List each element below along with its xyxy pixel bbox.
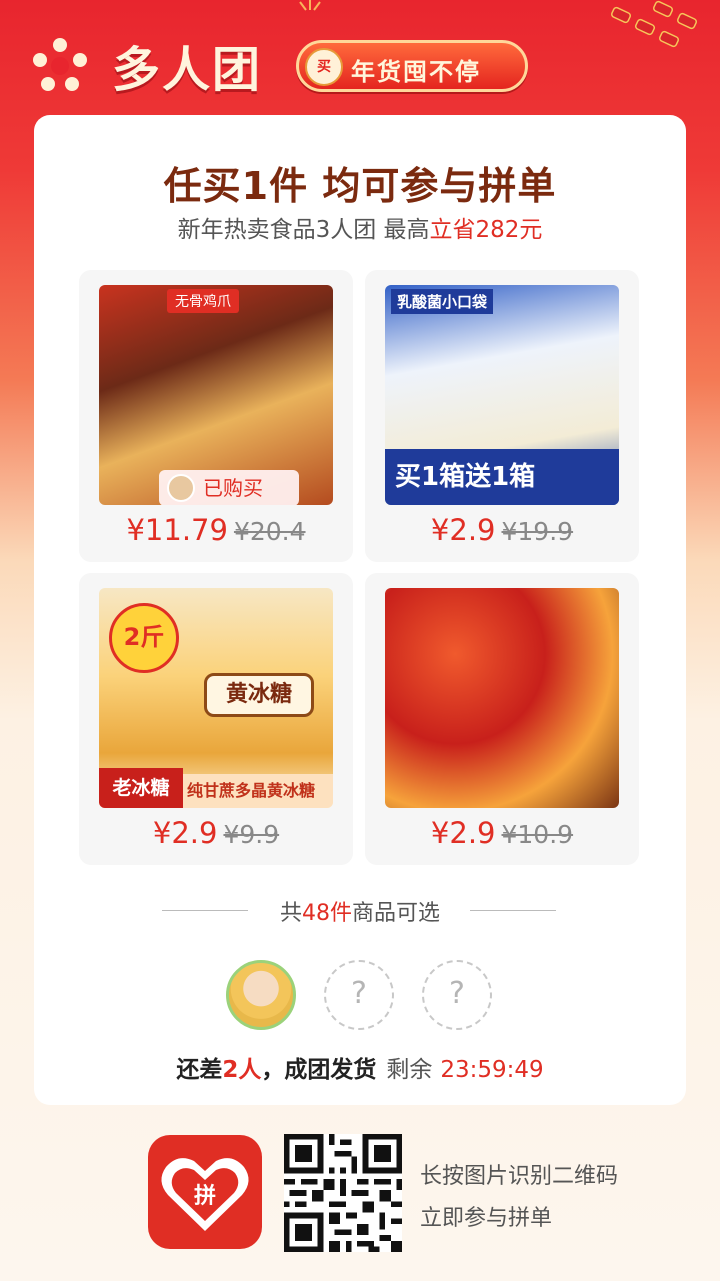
price-row: ¥2.9 ¥10.9 — [365, 816, 639, 850]
header: 多人团 买 年货囤不停 — [0, 0, 720, 115]
status-suffix: ，成团发货 — [261, 1057, 377, 1083]
product-card[interactable]: 2斤 黄冰糖 纯甘蔗多晶黄冰糖 老冰糖 ¥2.9 ¥9.9 — [79, 573, 353, 865]
qr-code[interactable] — [284, 1134, 402, 1252]
price-row: ¥2.9 ¥9.9 — [79, 816, 353, 850]
jar-label: 黄冰糖 — [204, 673, 314, 717]
bought-badge: 已购买 — [159, 470, 299, 505]
group-logo-icon — [33, 38, 87, 91]
image-top-label: 乳酸菌小口袋 — [391, 289, 494, 314]
weight-badge: 2斤 — [109, 603, 179, 673]
image-bottom-left: 老冰糖 — [99, 768, 183, 808]
bought-label: 已购买 — [203, 476, 263, 500]
heart-logo-icon: 拼 — [161, 1158, 249, 1231]
remaining-label: 剩余 — [386, 1057, 433, 1083]
image-banner: 买1箱送1箱 — [385, 449, 619, 505]
savings-highlight: 立省282元 — [429, 217, 543, 243]
promo-text: 年货囤不停 — [351, 58, 481, 86]
product-card[interactable]: 乳酸菌小口袋 买1箱送1箱 ¥2.9 ¥19.9 — [365, 270, 639, 562]
product-image[interactable] — [385, 588, 619, 808]
firecracker-decoration-icon — [610, 0, 698, 48]
scan-line-1: 长按图片识别二维码 — [420, 1164, 619, 1189]
status-text: 还差2人，成团发货 — [176, 1057, 376, 1083]
buy-bag-icon: 买 — [305, 48, 343, 86]
product-price: ¥2.9 — [430, 513, 496, 547]
buyer-avatar — [167, 474, 195, 502]
product-price: ¥2.9 — [430, 816, 496, 850]
empty-slot: ? — [324, 960, 394, 1030]
subline-text: 新年热卖食品3人团 最高 — [177, 217, 430, 243]
empty-slot: ? — [422, 960, 492, 1030]
pinduoduo-app-icon: 拼 — [148, 1135, 262, 1249]
promo-badge: 买 年货囤不停 — [296, 40, 528, 92]
product-price: ¥2.9 — [152, 816, 218, 850]
product-card[interactable]: 无骨鸡爪 已购买 ¥11.79 ¥20.4 — [79, 270, 353, 562]
price-row: ¥11.79 ¥20.4 — [79, 513, 353, 547]
missing-count: 2人 — [222, 1057, 262, 1083]
app-icon-glyph: 拼 — [194, 1183, 216, 1209]
product-count-text: 共48件商品可选 — [34, 895, 686, 927]
original-price: ¥19.9 — [501, 517, 574, 546]
page-title: 多人团 — [112, 42, 263, 98]
group-buy-card: 任买1件 均可参与拼单 新年热卖食品3人团 最高立省282元 无骨鸡爪 已购买 … — [34, 115, 686, 1105]
product-count: 48件 — [302, 901, 352, 926]
firework-spark-icon — [299, 0, 321, 11]
scan-line-2: 立即参与拼单 — [420, 1206, 553, 1231]
product-count-divider: 共48件商品可选 — [34, 895, 686, 927]
scan-instructions: 长按图片识别二维码 立即参与拼单 — [420, 1156, 618, 1240]
count-suffix: 商品可选 — [352, 901, 441, 926]
member-avatar — [226, 960, 296, 1030]
original-price: ¥20.4 — [233, 517, 306, 546]
product-image[interactable]: 乳酸菌小口袋 买1箱送1箱 — [385, 285, 619, 505]
image-tag: 无骨鸡爪 — [167, 289, 239, 313]
group-members: ? ? — [34, 960, 686, 1032]
price-row: ¥2.9 ¥19.9 — [365, 513, 639, 547]
status-prefix: 还差 — [176, 1057, 223, 1083]
divider-line — [470, 910, 556, 911]
group-status: 还差2人，成团发货 剩余 23:59:49 — [34, 1050, 686, 1084]
countdown-timer: 23:59:49 — [440, 1057, 544, 1083]
product-card[interactable]: ¥2.9 ¥10.9 — [365, 573, 639, 865]
original-price: ¥10.9 — [501, 820, 574, 849]
count-prefix: 共 — [279, 901, 302, 926]
product-price: ¥11.79 — [126, 513, 228, 547]
card-subline: 新年热卖食品3人团 最高立省282元 — [34, 210, 686, 244]
product-image[interactable]: 无骨鸡爪 已购买 — [99, 285, 333, 505]
card-headline: 任买1件 均可参与拼单 — [163, 164, 557, 208]
original-price: ¥9.9 — [223, 820, 280, 849]
product-image[interactable]: 2斤 黄冰糖 纯甘蔗多晶黄冰糖 老冰糖 — [99, 588, 333, 808]
